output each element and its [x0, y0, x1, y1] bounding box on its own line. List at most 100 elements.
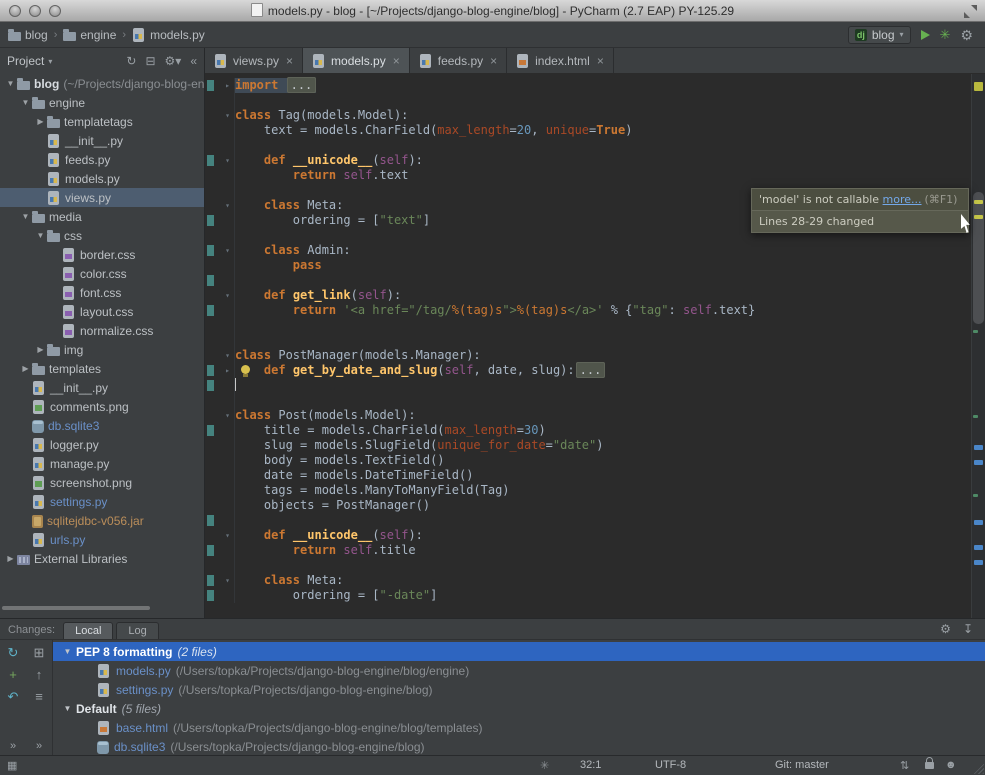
tab-close-icon[interactable]: ×	[490, 54, 497, 68]
stripe-mark[interactable]	[974, 82, 983, 91]
tree-item[interactable]: ▶External Libraries	[0, 549, 204, 568]
tree-item[interactable]: ▼engine	[0, 93, 204, 112]
code-line[interactable]: return self.text	[205, 168, 971, 183]
tree-item[interactable]: models.py	[0, 169, 204, 188]
changes-expand-icon[interactable]: ▼	[61, 647, 74, 656]
editor[interactable]: ▸import ...▾class Tag(models.Model): tex…	[205, 74, 985, 618]
tree-item[interactable]: ▼css	[0, 226, 204, 245]
group-by-icon[interactable]: ⊞	[34, 646, 45, 659]
code-line[interactable]: ▾ def get_link(self):	[205, 288, 971, 303]
code-line[interactable]: ▾ class Admin:	[205, 243, 971, 258]
fold-marker-icon[interactable]: ▸	[225, 363, 230, 378]
zoom-window-icon[interactable]	[49, 5, 61, 17]
tab-log[interactable]: Log	[116, 622, 158, 639]
file-encoding[interactable]: UTF-8	[655, 759, 686, 771]
code-line[interactable]	[205, 513, 971, 528]
tree-expand-icon[interactable]: ▼	[4, 79, 17, 88]
code-line[interactable]: text = models.CharField(max_length=20, u…	[205, 123, 971, 138]
settings-gear-icon[interactable]: ⚙	[960, 28, 973, 42]
code-line[interactable]	[205, 93, 971, 108]
code-line[interactable]: return '<a href="/tag/%(tag)s">%(tag)s</…	[205, 303, 971, 318]
commit-icon[interactable]: ↑	[36, 668, 43, 681]
tree-item[interactable]: __init__.py	[0, 378, 204, 397]
tree-item[interactable]: border.css	[0, 245, 204, 264]
collapse-all-icon[interactable]: ⊟	[145, 54, 155, 68]
rollback-icon[interactable]: ↶	[8, 690, 19, 703]
tree-item[interactable]: urls.py	[0, 530, 204, 549]
code-line[interactable]: tags = models.ManyToManyField(Tag)	[205, 483, 971, 498]
run-configuration-select[interactable]: dj blog ▾	[848, 26, 911, 44]
stripe-mark[interactable]	[973, 494, 978, 497]
tree-item[interactable]: color.css	[0, 264, 204, 283]
editor-tab[interactable]: models.py×	[303, 48, 410, 73]
fold-marker-icon[interactable]: ▾	[225, 108, 230, 123]
hector-inspector-icon[interactable]: ☻	[945, 759, 957, 771]
tab-close-icon[interactable]: ×	[597, 54, 604, 68]
fold-marker-icon[interactable]: ▾	[225, 153, 230, 168]
tree-expand-icon[interactable]: ▶	[34, 117, 47, 126]
more-actions-icon[interactable]: »	[10, 740, 16, 752]
code-line[interactable]: ▾ def __unicode__(self):	[205, 153, 971, 168]
code-line[interactable]: ▾class Post(models.Model):	[205, 408, 971, 423]
changes-row[interactable]: settings.py(/Users/topka/Projects/django…	[53, 680, 985, 699]
lock-icon[interactable]	[925, 762, 934, 769]
code-line[interactable]: ordering = ["-date"]	[205, 588, 971, 603]
refresh-icon[interactable]: ↻	[8, 646, 19, 659]
fold-marker-icon[interactable]: ▾	[225, 573, 230, 588]
gear-icon[interactable]: ⚙▾	[165, 54, 182, 68]
changes-expand-icon[interactable]: ▼	[61, 704, 74, 713]
caret-position[interactable]: 32:1	[580, 759, 601, 771]
editor-scrollbar[interactable]	[973, 192, 984, 324]
code-line[interactable]: title = models.CharField(max_length=30)	[205, 423, 971, 438]
tab-local[interactable]: Local	[63, 622, 113, 639]
changes-row[interactable]: models.py(/Users/topka/Projects/django-b…	[53, 661, 985, 680]
stripe-mark[interactable]	[974, 445, 983, 450]
sort-arrows-icon[interactable]: ⇅	[900, 759, 909, 772]
changes-row[interactable]: ▼Default(5 files)	[53, 699, 985, 718]
stripe-mark[interactable]	[974, 520, 983, 525]
new-changelist-icon[interactable]: +	[9, 668, 17, 681]
tree-item[interactable]: screenshot.png	[0, 473, 204, 492]
chevron-down-icon[interactable]: ▾	[48, 57, 52, 66]
tree-item[interactable]: sqlitejdbc-v056.jar	[0, 511, 204, 530]
code-line[interactable]: ▸import ...	[205, 78, 971, 93]
tree-item[interactable]: logger.py	[0, 435, 204, 454]
tree-expand-icon[interactable]: ▼	[34, 231, 47, 240]
more-actions-icon[interactable]: »	[36, 740, 42, 752]
fold-marker-icon[interactable]: ▾	[225, 243, 230, 258]
editor-tab[interactable]: views.py×	[205, 48, 303, 73]
tree-expand-icon[interactable]: ▼	[19, 98, 32, 107]
changes-row[interactable]: ▼PEP 8 formatting(2 files)	[53, 642, 985, 661]
stripe-mark[interactable]	[974, 200, 983, 204]
code-line[interactable]: ▾ class Meta:	[205, 573, 971, 588]
tree-item[interactable]: settings.py	[0, 492, 204, 511]
tree-expand-icon[interactable]: ▶	[19, 364, 32, 373]
stripe-mark[interactable]	[974, 215, 983, 219]
stripe-mark[interactable]	[974, 460, 983, 465]
tree-item[interactable]: db.sqlite3	[0, 416, 204, 435]
code-line[interactable]	[205, 273, 971, 288]
code-line[interactable]: objects = PostManager()	[205, 498, 971, 513]
code-line[interactable]	[205, 393, 971, 408]
close-window-icon[interactable]	[9, 5, 21, 17]
tree-expand-icon[interactable]: ▼	[19, 212, 32, 221]
stripe-mark[interactable]	[973, 330, 978, 333]
tree-item[interactable]: ▶templates	[0, 359, 204, 378]
intention-bulb-icon[interactable]	[241, 365, 250, 374]
code-line[interactable]: date = models.DateTimeField()	[205, 468, 971, 483]
toggle-toolwindows-icon[interactable]: ▦	[7, 759, 17, 772]
code-line[interactable]	[205, 558, 971, 573]
fold-marker-icon[interactable]: ▾	[225, 528, 230, 543]
title-bar[interactable]: models.py - blog - [~/Projects/django-bl…	[0, 0, 985, 22]
git-branch[interactable]: Git: master	[775, 759, 829, 771]
changes-row[interactable]: base.html(/Users/topka/Projects/django-b…	[53, 718, 985, 737]
code-line[interactable]: ▾ def __unicode__(self):	[205, 528, 971, 543]
tree-item[interactable]: __init__.py	[0, 131, 204, 150]
stripe-mark[interactable]	[974, 545, 983, 550]
fold-marker-icon[interactable]: ▾	[225, 408, 230, 423]
code-line[interactable]: pass	[205, 258, 971, 273]
tree-item[interactable]: layout.css	[0, 302, 204, 321]
code-line[interactable]: ▾class PostManager(models.Manager):	[205, 348, 971, 363]
tree-item[interactable]: views.py	[0, 188, 204, 207]
code-line[interactable]	[205, 333, 971, 348]
